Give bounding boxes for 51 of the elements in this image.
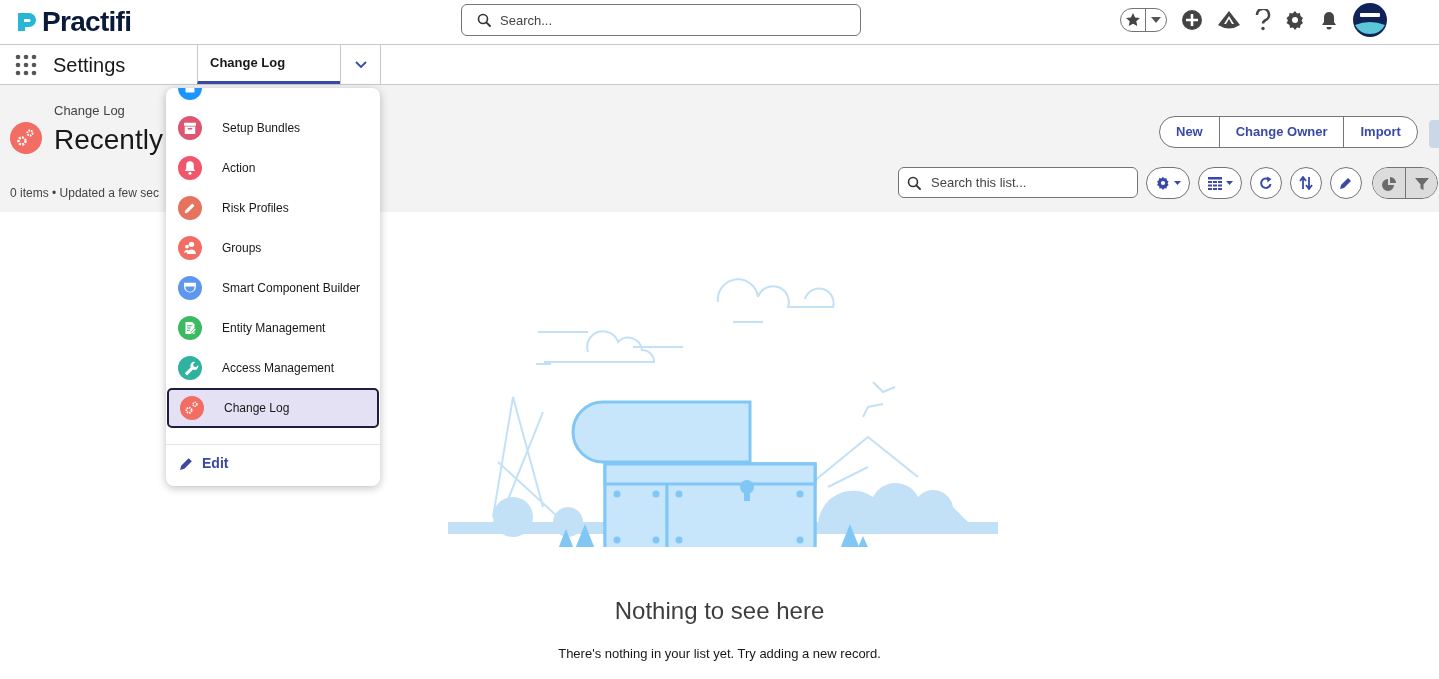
filter-icon: [1414, 177, 1429, 191]
logo-text: Practifi: [42, 8, 132, 36]
settings-icon: [1155, 176, 1170, 190]
search-icon: [907, 176, 921, 190]
object-label: Change Log: [54, 102, 125, 120]
pencil-icon: [1339, 176, 1353, 190]
list-search-field[interactable]: Search this list...: [898, 167, 1138, 198]
notifications-icon[interactable]: [1319, 10, 1339, 30]
empty-state-message: There's nothing in your list yet. Try adding a new record.: [558, 645, 881, 663]
sort-icon: [1299, 176, 1313, 190]
menu-item[interactable]: Action: [167, 148, 379, 188]
list-title: Recently: [54, 123, 163, 157]
logo-icon: [16, 11, 38, 33]
action-button[interactable]: New: [1160, 117, 1219, 147]
caret-icon: [1151, 17, 1161, 23]
menu-item[interactable]: Groups: [167, 228, 379, 268]
edit-link[interactable]: Edit: [166, 445, 380, 481]
add-icon[interactable]: [1181, 9, 1203, 31]
refresh-button[interactable]: [1250, 167, 1282, 199]
menu-item[interactable]: Access Management: [167, 348, 379, 388]
refresh-icon: [1259, 176, 1273, 190]
avatar[interactable]: [1353, 3, 1387, 37]
chevron-down-icon[interactable]: [354, 60, 367, 69]
app-launcher-icon[interactable]: [15, 53, 37, 76]
caret-icon: [1173, 181, 1181, 185]
mountain-icon[interactable]: [1217, 10, 1241, 30]
list-status: 0 items • Updated a few sec: [10, 185, 159, 202]
pencil-icon: [179, 455, 194, 471]
menu-item[interactable]: Change Log: [167, 388, 379, 428]
pie-chart-icon: [1382, 177, 1396, 191]
app-name: Settings: [53, 52, 126, 78]
table-button[interactable]: [1198, 167, 1242, 199]
edit-button[interactable]: [1330, 167, 1362, 199]
menu-item[interactable]: Risk Profiles: [167, 188, 379, 228]
help-icon[interactable]: [1255, 9, 1271, 31]
empty-state-title: Nothing to see here: [614, 596, 825, 626]
side-panel-handle[interactable]: [1429, 120, 1439, 148]
menu-item[interactable]: Setup Bundles: [167, 108, 379, 148]
table-icon: [1207, 176, 1222, 190]
menu-item[interactable]: Smart Component Builder: [167, 268, 379, 308]
settings-button[interactable]: [1146, 167, 1190, 199]
search-icon: [477, 13, 491, 27]
action-button[interactable]: Import: [1343, 117, 1417, 147]
gears-icon: [10, 122, 42, 154]
star-icon: [1125, 12, 1141, 28]
caret-icon: [1225, 181, 1233, 185]
search-field[interactable]: Search...: [461, 4, 861, 36]
menu-item[interactable]: Entity Management: [167, 308, 379, 348]
sort-button[interactable]: [1290, 167, 1322, 199]
action-button[interactable]: Change Owner: [1218, 117, 1344, 147]
settings-icon[interactable]: [1285, 10, 1305, 30]
